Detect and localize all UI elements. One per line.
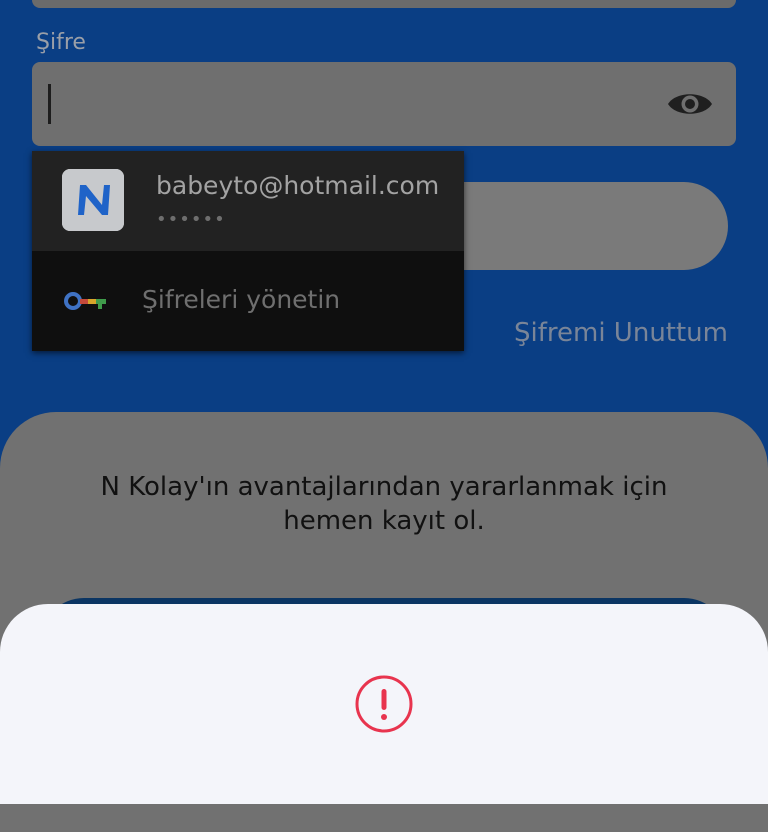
- password-label: Şifre: [36, 30, 86, 55]
- autofill-account-email: babeyto@hotmail.com: [156, 171, 440, 200]
- forgot-password-link[interactable]: Şifremi Unuttum: [514, 318, 728, 348]
- key-icon: [64, 292, 106, 310]
- text-cursor: [48, 84, 51, 124]
- eye-icon[interactable]: [666, 88, 714, 120]
- manage-passwords-item[interactable]: Şifreleri yönetin: [32, 251, 464, 351]
- autofill-password-mask: ••••••: [156, 209, 226, 230]
- manage-passwords-label: Şifreleri yönetin: [142, 285, 341, 314]
- autofill-popup: babeyto@hotmail.com •••••• Şifreleri yön…: [32, 151, 464, 351]
- exclamation-circle-icon: [355, 675, 413, 733]
- signup-message: N Kolay'ın avantajlarından yararlanmak i…: [60, 470, 708, 538]
- signup-message-line2: hemen kayıt ol.: [283, 506, 485, 536]
- email-field[interactable]: [32, 0, 736, 8]
- autofill-account-suggestion[interactable]: babeyto@hotmail.com ••••••: [32, 151, 464, 251]
- password-input[interactable]: [32, 62, 736, 146]
- signup-message-line1: N Kolay'ın avantajlarından yararlanmak i…: [100, 472, 668, 502]
- n-kolay-logo-icon: [62, 169, 124, 231]
